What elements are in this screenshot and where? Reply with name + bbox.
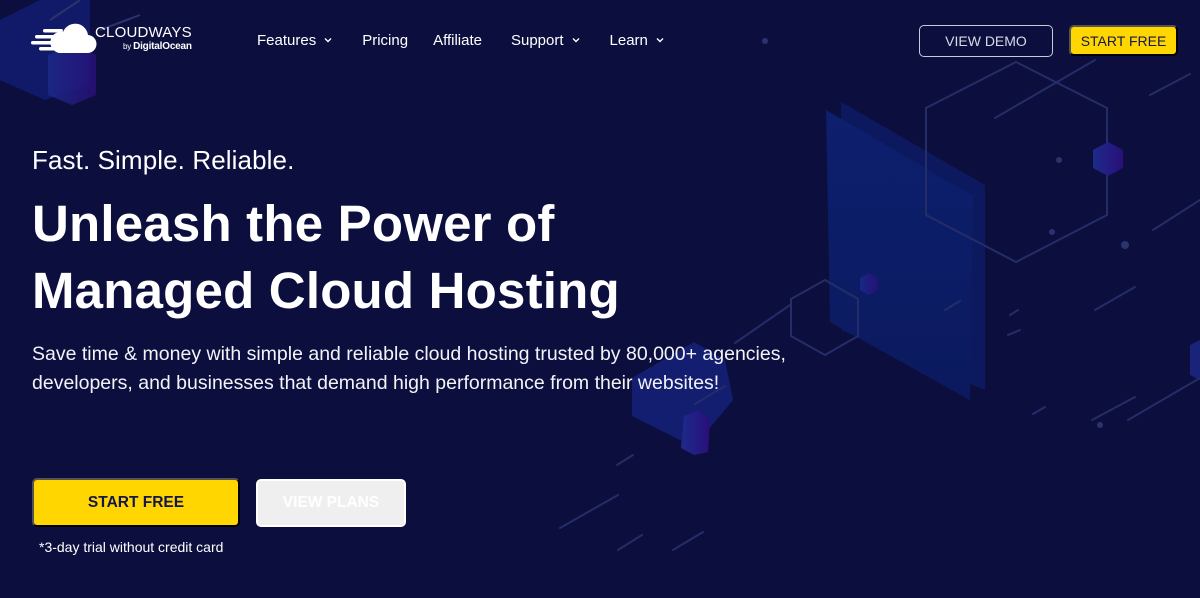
nav-item-pricing[interactable]: Pricing (362, 29, 408, 51)
headline-line-2: Managed Cloud Hosting (32, 262, 620, 319)
brand-parent: DigitalOcean (133, 41, 192, 52)
chevron-down-icon (324, 38, 332, 43)
nav-item-label: Features (257, 31, 317, 49)
top-navigation: CLOUDWAYS by DigitalOcean Features Pricin… (0, 0, 1200, 80)
brand-name: CLOUDWAYS (95, 24, 192, 41)
brand-by: by (123, 42, 132, 51)
start-free-nav-button[interactable]: START FREE (1069, 25, 1178, 56)
cloud-speed-icon (31, 23, 97, 54)
nav-item-support[interactable]: Support (511, 29, 580, 51)
nav-item-label: Learn (609, 31, 648, 49)
hero-tagline: Fast. Simple. Reliable. (32, 145, 295, 175)
chevron-down-icon (656, 38, 664, 43)
hero-description: Save time & money with simple and reliab… (32, 343, 786, 394)
main-menu: Features Pricing Affiliate Support Learn (257, 29, 694, 51)
brand-subtitle: by DigitalOcean (123, 41, 192, 53)
headline-line-1: Unleash the Power of (32, 195, 555, 252)
nav-item-label: Pricing (362, 31, 409, 49)
nav-item-affiliate[interactable]: Affiliate (433, 29, 482, 51)
view-plans-button[interactable]: VIEW PLANS (256, 479, 406, 527)
nav-item-learn[interactable]: Learn (610, 29, 664, 51)
cloudways-logo[interactable]: CLOUDWAYS by DigitalOcean (31, 22, 192, 56)
nav-item-features[interactable]: Features (257, 29, 332, 51)
view-demo-button[interactable]: VIEW DEMO (919, 25, 1053, 57)
logo-wordmark: CLOUDWAYS by DigitalOcean (95, 25, 192, 53)
nav-item-label: Support (510, 31, 564, 49)
hero-headline: Unleash the Power of Managed Cloud Hosti… (32, 190, 792, 324)
start-free-button[interactable]: START FREE (32, 478, 240, 527)
decor-panel (826, 110, 973, 400)
chevron-down-icon (572, 38, 580, 43)
trial-note: *3-day trial without credit card (39, 539, 224, 555)
nav-item-label: Affiliate (433, 31, 482, 49)
